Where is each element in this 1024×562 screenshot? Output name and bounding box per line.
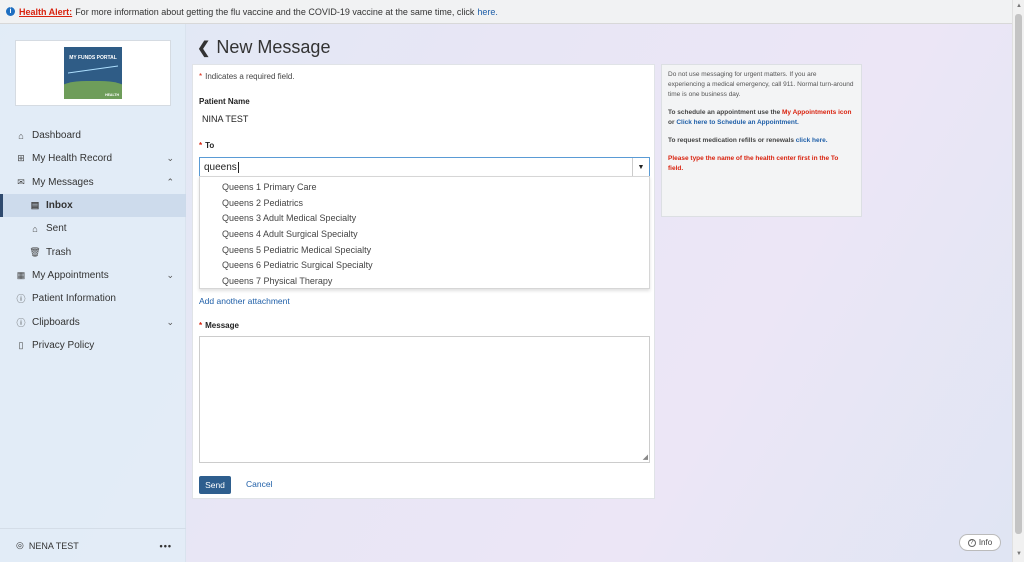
refill-request-link[interactable]: click here.	[796, 137, 828, 144]
sidebar-item-trash[interactable]: 🗑 Trash	[0, 240, 186, 263]
chevron-down-icon: ⌄	[166, 153, 174, 164]
refill-notice: To request medication refills or renewal…	[668, 137, 828, 144]
info-circle-icon: ⓘ	[16, 294, 26, 305]
sidebar-item-privacy-policy[interactable]: ▯ Privacy Policy	[0, 334, 186, 357]
sidebar-item-dashboard[interactable]: ⌂ Dashboard	[0, 124, 186, 147]
new-message-form: * Indicates a required field. Patient Nam…	[192, 64, 655, 499]
info-icon: i	[6, 7, 15, 16]
medical-record-icon: ⊞	[17, 153, 25, 164]
user-icon: ◎	[16, 540, 24, 550]
required-field-note: * Indicates a required field.	[199, 72, 295, 81]
schedule-notice: To schedule an appointment use the My Ap…	[668, 109, 852, 126]
envelope-icon: ✉	[17, 176, 25, 187]
to-recipient-input[interactable]: queens ▼	[199, 157, 650, 177]
message-label: * Message	[199, 321, 239, 330]
document-icon: ▯	[18, 339, 24, 350]
calendar-icon: ▦	[16, 269, 26, 280]
patient-name-value: NINA TEST	[202, 114, 249, 124]
sidebar-item-patient-information[interactable]: ⓘ Patient Information	[0, 287, 186, 310]
sidebar-item-appointments[interactable]: ▦ My Appointments ⌄	[0, 264, 186, 287]
health-alert-bar: i Health Alert: For more information abo…	[0, 0, 1012, 24]
scroll-down-arrow-icon[interactable]: ▼	[1015, 551, 1023, 559]
portal-logo-image: MY FUNDS PORTAL HEALTH	[64, 47, 122, 99]
trash-icon: 🗑	[29, 246, 41, 257]
dropdown-option[interactable]: Queens 2 Pediatrics	[200, 195, 649, 211]
sidebar: MY FUNDS PORTAL HEALTH ⌂ Dashboard ⊞ My …	[0, 24, 186, 562]
urgent-notice: Do not use messaging for urgent matters.…	[668, 71, 854, 98]
info-circle-icon: ⓘ	[16, 317, 26, 328]
sidebar-item-messages[interactable]: ✉ My Messages ⌃	[0, 171, 186, 194]
sidebar-item-sent[interactable]: ⌂ Sent	[0, 217, 186, 240]
health-center-instruction: Please type the name of the health cente…	[668, 155, 839, 172]
portal-logo[interactable]: MY FUNDS PORTAL HEALTH	[15, 40, 171, 106]
to-label: * To	[199, 141, 215, 150]
more-options-icon[interactable]: •••	[160, 541, 172, 551]
chevron-up-icon: ⌃	[166, 176, 174, 187]
dropdown-option[interactable]: Queens 6 Pediatric Surgical Specialty	[200, 257, 649, 273]
home-icon: ⌂	[18, 130, 24, 141]
message-textarea[interactable]: ◢	[199, 336, 650, 463]
sidebar-nav: ⌂ Dashboard ⊞ My Health Record ⌄ ✉ My Me…	[0, 124, 186, 357]
recipient-dropdown-list: Queens 1 Primary Care Queens 2 Pediatric…	[199, 176, 650, 289]
user-account-row[interactable]: ◎ NENA TEST •••	[0, 528, 186, 562]
scrollbar-thumb[interactable]	[1015, 14, 1022, 534]
messaging-info-panel: Do not use messaging for urgent matters.…	[661, 64, 862, 217]
send-button[interactable]: Send	[199, 476, 231, 494]
add-attachment-link[interactable]: Add another attachment	[199, 296, 290, 306]
dropdown-option[interactable]: Queens 7 Physical Therapy	[200, 273, 649, 289]
sent-icon: ⌂	[32, 223, 38, 234]
patient-name-label: Patient Name	[199, 97, 250, 106]
back-chevron-icon[interactable]: ❮	[197, 38, 210, 58]
dropdown-option[interactable]: Queens 1 Primary Care	[200, 179, 649, 195]
user-name: NENA TEST	[28, 540, 79, 551]
info-button[interactable]: ? Info	[959, 534, 1001, 551]
scroll-up-arrow-icon[interactable]: ▲	[1015, 3, 1023, 11]
health-alert-label[interactable]: Health Alert:	[19, 7, 72, 17]
schedule-appointment-link[interactable]: Click here to Schedule an Appointment.	[676, 119, 799, 126]
resize-handle-icon[interactable]: ◢	[643, 453, 648, 461]
health-alert-text: For more information about getting the f…	[75, 6, 475, 17]
my-appointments-link[interactable]: My Appointments icon	[782, 109, 851, 116]
sidebar-item-inbox[interactable]: ▤ Inbox	[0, 193, 186, 218]
dropdown-option[interactable]: Queens 3 Adult Medical Specialty	[200, 210, 649, 226]
inbox-icon: ▤	[30, 200, 40, 211]
cancel-link[interactable]: Cancel	[246, 479, 272, 489]
dropdown-option[interactable]: Queens 4 Adult Surgical Specialty	[200, 226, 649, 242]
health-alert-link[interactable]: here.	[477, 7, 498, 17]
page-title: ❮ New Message	[197, 37, 331, 58]
sidebar-item-health-record[interactable]: ⊞ My Health Record ⌄	[0, 147, 186, 170]
dropdown-option[interactable]: Queens 5 Pediatric Medical Specialty	[200, 242, 649, 258]
dropdown-caret-icon[interactable]: ▼	[632, 158, 649, 176]
sidebar-item-clipboards[interactable]: ⓘ Clipboards ⌄	[0, 310, 186, 333]
chevron-down-icon: ⌄	[166, 316, 174, 327]
question-icon: ?	[967, 538, 976, 547]
page-scrollbar[interactable]: ▲ ▼	[1012, 0, 1024, 562]
chevron-down-icon: ⌄	[166, 269, 174, 280]
